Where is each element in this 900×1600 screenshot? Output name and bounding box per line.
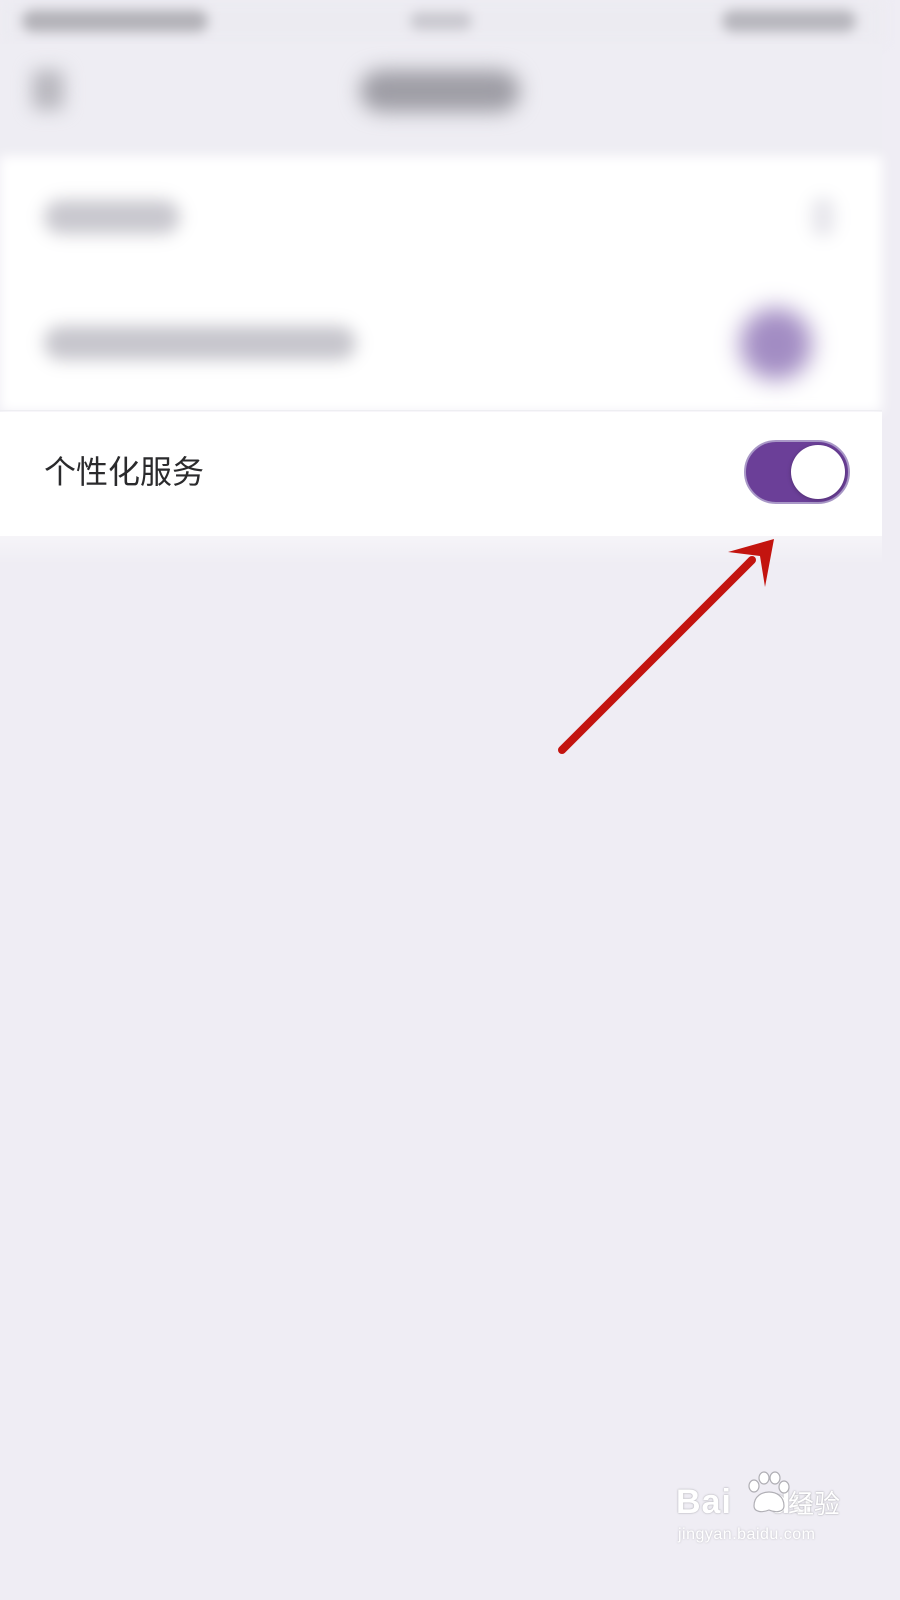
blurred-settings-list [0,156,882,412]
navigation-bar [0,44,882,156]
personalized-service-label: 个性化服务 [44,453,205,491]
toggle-knob [791,445,845,499]
watermark-suffix: 经验 [788,1490,841,1520]
baidu-jingyan-watermark: Bai du 经验 jingyan.baidu.com [676,1470,846,1554]
status-icons-blurred [722,10,856,32]
back-button-blurred[interactable] [32,70,64,110]
status-bar [0,0,882,44]
paw-icon [748,1471,790,1513]
row-shadow [0,504,882,564]
page-title-blurred [360,70,520,112]
status-center-blurred [410,12,472,30]
watermark-url: jingyan.baidu.com [678,1526,816,1543]
personalized-service-toggle[interactable] [744,440,850,504]
status-time-blurred [22,10,208,32]
blurred-toggle[interactable] [740,308,812,380]
blurred-row-label [44,200,180,234]
blurred-row-label [44,326,356,360]
arrow-shaft [558,556,756,754]
chevron-right-icon [812,198,834,236]
row-divider [0,410,882,411]
